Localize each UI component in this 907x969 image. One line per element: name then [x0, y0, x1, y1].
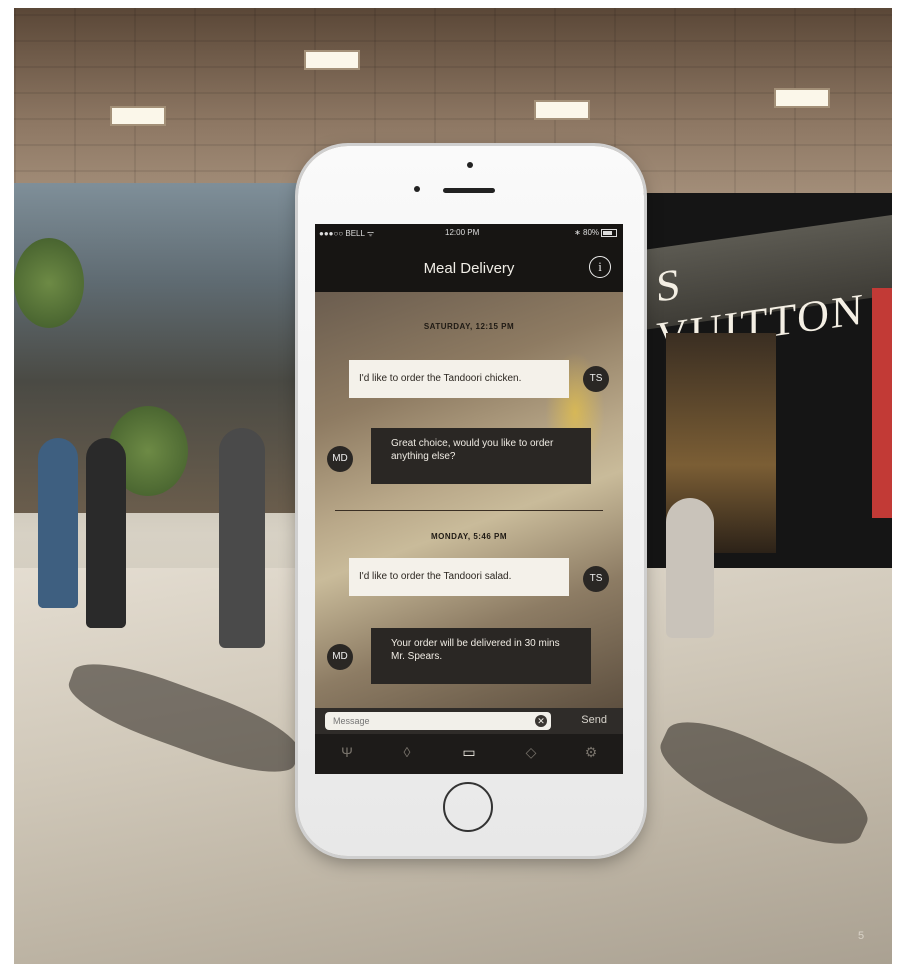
message-input[interactable] [325, 712, 551, 730]
user-avatar: TS [583, 366, 609, 392]
tag-icon[interactable]: ◊ [395, 744, 419, 764]
user-message: I'd like to order the Tandoori chicken. [349, 360, 569, 398]
send-button[interactable]: Send [581, 714, 607, 726]
user-avatar: TS [583, 566, 609, 592]
person [38, 438, 78, 608]
bot-avatar: MD [327, 644, 353, 670]
ceiling-light [534, 100, 590, 120]
page-number: 5 [858, 930, 865, 942]
battery-label: ∗ 80% [574, 228, 599, 237]
person [666, 498, 714, 638]
front-camera [467, 162, 473, 168]
chat-icon[interactable]: ▭ [457, 744, 481, 764]
tab-bar: Ψ ◊ ▭ ◇ ⚙ [315, 734, 623, 774]
date-label: MONDAY, 5:46 PM [430, 532, 508, 541]
proximity-sensor [414, 186, 420, 192]
bot-message: Your order will be delivered in 30 mins … [371, 628, 591, 684]
bot-avatar: MD [327, 446, 353, 472]
info-icon[interactable]: i [589, 256, 611, 278]
settings-icon[interactable]: ⚙ [579, 744, 603, 764]
person [86, 438, 126, 628]
bot-message: Great choice, would you like to order an… [371, 428, 591, 484]
tree [14, 238, 84, 328]
divider [335, 510, 603, 511]
app-title: Meal Delivery [423, 260, 515, 277]
date-label: SATURDAY, 12:15 PM [423, 322, 515, 331]
coupon-icon[interactable]: ◇ [519, 744, 543, 764]
person [219, 428, 265, 648]
fork-knife-icon[interactable]: Ψ [335, 744, 359, 764]
earpiece-speaker [443, 188, 495, 193]
user-message: I'd like to order the Tandoori salad. [349, 558, 569, 596]
app-header: Meal Delivery i [315, 240, 623, 292]
carrier-signal: ●●●○○ BELL ᯤ [319, 229, 375, 238]
clear-icon[interactable]: ✕ [535, 715, 547, 727]
phone-screen: ●●●○○ BELL ᯤ 12:00 PM ∗ 80% Meal Deliver… [315, 224, 623, 774]
store-display [872, 288, 892, 518]
ceiling-light [110, 106, 166, 126]
message-composer: ✕ Send [315, 708, 623, 734]
status-bar: ●●●○○ BELL ᯤ 12:00 PM ∗ 80% [315, 224, 623, 240]
battery-icon [601, 228, 617, 237]
status-time: 12:00 PM [445, 228, 480, 237]
chat-thread[interactable]: SATURDAY, 12:15 PM I'd like to order the… [315, 292, 623, 708]
ceiling-light [774, 88, 830, 108]
battery-indicator: ∗ 80% [574, 228, 617, 237]
home-button[interactable] [443, 782, 493, 832]
ceiling-light [304, 50, 360, 70]
phone-mockup: ●●●○○ BELL ᯤ 12:00 PM ∗ 80% Meal Deliver… [298, 146, 644, 856]
